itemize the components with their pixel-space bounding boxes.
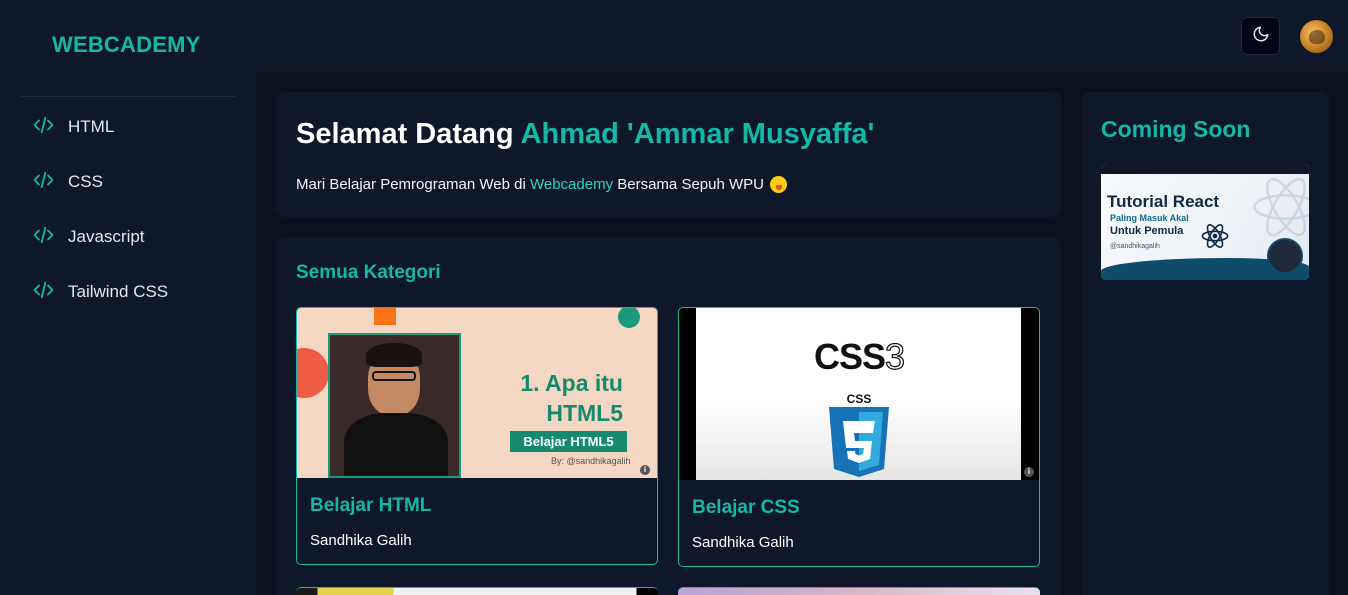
course-thumbnail[interactable]: 1. Apa itu HTML5 Belajar HTML5 By: @sand… bbox=[297, 308, 657, 478]
sidebar-item-tailwind-css[interactable]: Tailwind CSS bbox=[32, 277, 168, 307]
info-icon[interactable]: i bbox=[640, 465, 650, 475]
top-bar: WEBCADEMY bbox=[0, 0, 1348, 72]
course-card-peek[interactable] bbox=[296, 587, 658, 595]
sidebar-item-html[interactable]: HTML bbox=[32, 112, 114, 142]
react-logo-bg bbox=[1253, 177, 1309, 237]
coming-soon-thumbnail[interactable]: Tutorial React Paling Masuk Akal Untuk P… bbox=[1101, 164, 1309, 280]
thumb-handle: @sandhikagalih bbox=[1110, 243, 1160, 250]
instructor-photo bbox=[1267, 238, 1303, 274]
code-icon bbox=[32, 171, 55, 194]
course-thumbnail[interactable]: CSS3 CSS i bbox=[679, 308, 1039, 480]
sidebar-divider bbox=[20, 96, 236, 97]
categories-card: Semua Kategori 1. Apa itu HTML5 Belajar … bbox=[276, 237, 1061, 595]
user-name: Ahmad 'Ammar Musyaffa' bbox=[520, 118, 875, 150]
theme-toggle-button[interactable] bbox=[1241, 17, 1280, 55]
code-icon bbox=[32, 116, 55, 139]
code-icon bbox=[32, 281, 55, 304]
course-author: Sandhika Galih bbox=[692, 534, 794, 551]
welcome-card: Selamat Datang Ahmad 'Ammar Musyaffa' Ma… bbox=[276, 92, 1061, 217]
thumb-byline: By: @sandhikagalih bbox=[551, 456, 631, 466]
course-author: Sandhika Galih bbox=[310, 532, 412, 549]
code-icon bbox=[32, 226, 55, 249]
sidebar-item-label: CSS bbox=[68, 172, 103, 191]
sidebar-item-css[interactable]: CSS bbox=[32, 167, 103, 197]
sidebar-item-label: Tailwind CSS bbox=[68, 282, 169, 301]
webcademy-link[interactable]: Webcademy bbox=[530, 176, 613, 193]
categories-title: Semua Kategori bbox=[296, 262, 441, 283]
thumb-title: Tutorial React bbox=[1107, 192, 1220, 211]
css3-logo-text: CSS3 bbox=[814, 335, 906, 377]
sidebar-item-label: HTML bbox=[68, 117, 115, 136]
subtitle-prefix: Mari Belajar Pemrograman Web di bbox=[296, 176, 526, 193]
thumb-line2: HTML5 bbox=[546, 400, 623, 426]
course-card-css[interactable]: CSS3 CSS i Belajar CSS Sandhika Galih bbox=[678, 307, 1040, 567]
instructor-photo bbox=[328, 333, 461, 478]
brand-logo[interactable]: WEBCADEMY bbox=[52, 32, 200, 58]
css-shield-icon: CSS bbox=[829, 392, 889, 477]
moon-icon bbox=[1252, 25, 1270, 48]
svg-text:CSS: CSS bbox=[847, 392, 872, 406]
subtitle-suffix: Bersama Sepuh WPU bbox=[617, 176, 764, 193]
thumb-subtitle: Paling Masuk Akal bbox=[1110, 213, 1189, 223]
coming-soon-card: Coming Soon Tutorial React Paling Masuk … bbox=[1081, 92, 1329, 595]
sidebar-item-javascript[interactable]: Javascript bbox=[32, 222, 145, 252]
thumb-line1: 1. Apa itu bbox=[520, 370, 623, 396]
user-avatar[interactable] bbox=[1300, 20, 1333, 53]
welcome-subtitle: Mari Belajar Pemrograman Web di Webcadem… bbox=[296, 176, 787, 193]
course-card-html[interactable]: 1. Apa itu HTML5 Belajar HTML5 By: @sand… bbox=[296, 307, 658, 565]
coming-soon-title: Coming Soon bbox=[1101, 116, 1251, 142]
info-icon[interactable]: i bbox=[1024, 467, 1034, 477]
course-name[interactable]: Belajar CSS bbox=[692, 497, 800, 519]
course-card-peek[interactable] bbox=[678, 587, 1040, 595]
thumb-subtitle: Untuk Pemula bbox=[1110, 225, 1184, 237]
welcome-title: Selamat Datang Ahmad 'Ammar Musyaffa' bbox=[296, 118, 874, 151]
welcome-greeting: Selamat Datang bbox=[296, 118, 514, 150]
sidebar-item-label: Javascript bbox=[68, 227, 145, 246]
course-name[interactable]: Belajar HTML bbox=[310, 495, 431, 517]
tongue-face-emoji bbox=[769, 176, 787, 193]
sidebar: HTML CSS Javascript Tailwind CSS bbox=[0, 72, 256, 595]
thumb-tag: Belajar HTML5 bbox=[510, 431, 627, 452]
react-logo-icon bbox=[1201, 224, 1229, 248]
